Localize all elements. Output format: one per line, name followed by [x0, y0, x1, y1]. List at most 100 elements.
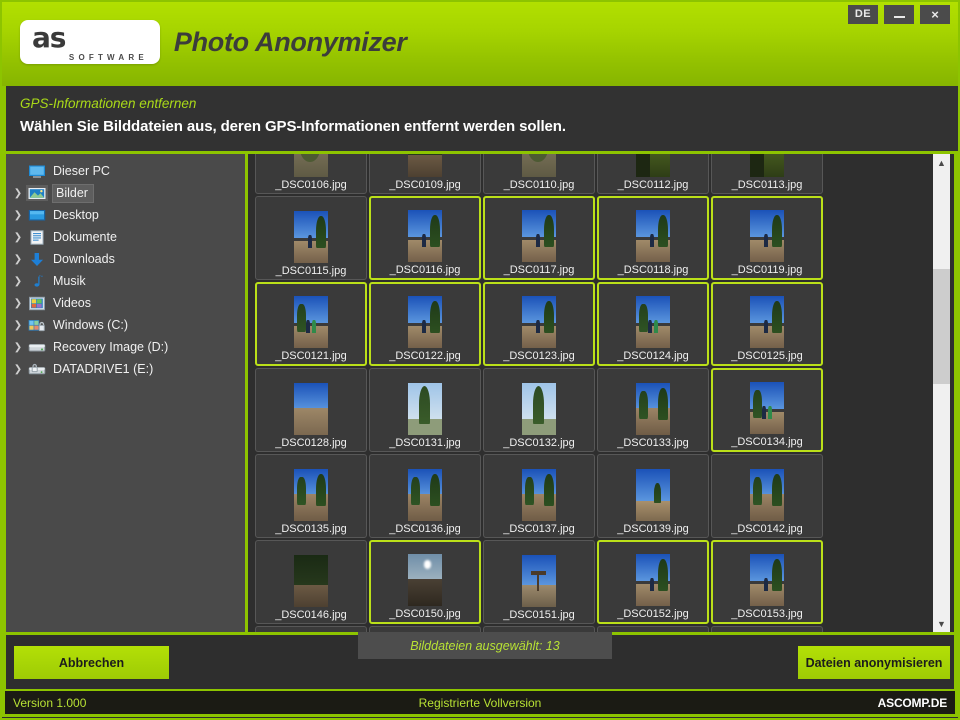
- close-icon: ×: [931, 7, 939, 22]
- scrollbar-thumb[interactable]: [933, 268, 950, 385]
- thumbnail-image: [408, 469, 442, 521]
- thumbnail-filename: _DSC0146.jpg: [275, 609, 347, 621]
- drive-icon: [26, 339, 48, 355]
- chevron-right-icon[interactable]: ❯: [10, 276, 26, 287]
- scroll-down-button[interactable]: ▼: [933, 615, 950, 632]
- window-controls: DE ×: [848, 5, 950, 24]
- sidebar-item-videos[interactable]: ❯ Videos: [6, 292, 245, 314]
- sidebar-item-dokumente[interactable]: ❯ Dokumente: [6, 226, 245, 248]
- sidebar-item-recovery-image-d[interactable]: ❯ Recovery Image (D:): [6, 336, 245, 358]
- thumbnail-cell[interactable]: _DSC0153.jpg: [711, 540, 823, 624]
- thumbnail-cell[interactable]: _DSC0134.jpg: [711, 368, 823, 452]
- step-instruction: Wählen Sie Bilddateien aus, deren GPS-In…: [20, 117, 566, 135]
- thumbnail-image: [522, 296, 556, 348]
- sidebar-item-desktop[interactable]: ❯ Desktop: [6, 204, 245, 226]
- thumbnail-filename: _DSC0128.jpg: [275, 437, 347, 449]
- chevron-right-icon[interactable]: ❯: [10, 364, 26, 375]
- thumbnail-image: [294, 469, 328, 521]
- thumbnail-grid[interactable]: _DSC0106.jpg _DSC0109.jpg _DSC0110.jpg _DSC…: [254, 154, 934, 632]
- sidebar-item-downloads[interactable]: ❯ Downloads: [6, 248, 245, 270]
- thumbnail-cell[interactable]: _DSC0106.jpg: [255, 154, 367, 194]
- thumbnail-cell[interactable]: _DSC0151.jpg: [483, 540, 595, 624]
- thumbnail-image: [522, 469, 556, 521]
- thumbnail-cell[interactable]: _DSC0137.jpg: [483, 454, 595, 538]
- thumbnail-image: [636, 296, 670, 348]
- thumbnail-filename: _DSC0125.jpg: [731, 350, 803, 362]
- app-window: asCCMP SOFTWARE Photo Anonymizer DE × GP…: [0, 0, 960, 720]
- thumbnail-cell[interactable]: _DSC0115.jpg: [255, 196, 367, 280]
- thumbnail-filename: _DSC0131.jpg: [389, 437, 461, 449]
- thumbnail-cell[interactable]: _DSC0118.jpg: [597, 196, 709, 280]
- thumbnail-cell[interactable]: _DSC0116.jpg: [369, 196, 481, 280]
- language-button[interactable]: DE: [848, 5, 878, 24]
- step-label: GPS-Informationen entfernen: [20, 96, 197, 111]
- document-icon: [26, 229, 48, 245]
- thumbnail-cell[interactable]: _DSC0123.jpg: [483, 282, 595, 366]
- scroll-up-button[interactable]: ▲: [933, 154, 950, 171]
- title-bar: asCCMP SOFTWARE Photo Anonymizer DE ×: [2, 2, 958, 86]
- chevron-right-icon[interactable]: ❯: [10, 320, 26, 331]
- sidebar-item-musik[interactable]: ❯ Musik: [6, 270, 245, 292]
- thumbnail-image: [636, 469, 670, 521]
- thumbnail-cell[interactable]: _DSC0152.jpg: [597, 540, 709, 624]
- thumbnail-cell[interactable]: _DSC0121.jpg: [255, 282, 367, 366]
- thumbnail-filename: _DSC0124.jpg: [617, 350, 689, 362]
- thumbnail-filename: _DSC0113.jpg: [731, 179, 803, 191]
- chevron-right-icon[interactable]: ❯: [10, 254, 26, 265]
- chevron-right-icon[interactable]: ❯: [10, 232, 26, 243]
- chevron-right-icon[interactable]: ❯: [10, 298, 26, 309]
- grid-scrollbar[interactable]: ▲ ▼: [933, 154, 950, 632]
- thumbnail-filename: _DSC0136.jpg: [389, 523, 461, 535]
- minimize-button[interactable]: [884, 5, 914, 24]
- chevron-right-icon[interactable]: ❯: [10, 210, 26, 221]
- sidebar-item-label: Videos: [53, 296, 91, 310]
- sidebar-item-label: Dieser PC: [53, 164, 110, 178]
- thumbnail-image: [294, 154, 328, 177]
- thumbnail-cell[interactable]: _DSC0150.jpg: [369, 540, 481, 624]
- thumbnail-cell[interactable]: _DSC0136.jpg: [369, 454, 481, 538]
- chevron-right-icon[interactable]: ❯: [10, 342, 26, 353]
- thumbnail-cell[interactable]: _DSC0113.jpg: [711, 154, 823, 194]
- thumbnail-cell[interactable]: _DSC0139.jpg: [597, 454, 709, 538]
- thumbnail-cell[interactable]: _DSC0122.jpg: [369, 282, 481, 366]
- download-arrow-icon: [26, 251, 48, 267]
- thumbnail-cell[interactable]: _DSC0109.jpg: [369, 154, 481, 194]
- chevron-right-icon[interactable]: ❯: [10, 188, 26, 199]
- thumbnail-filename: _DSC0150.jpg: [389, 608, 461, 620]
- thumbnail-cell[interactable]: _DSC0131.jpg: [369, 368, 481, 452]
- thumbnail-cell[interactable]: _DSC0132.jpg: [483, 368, 595, 452]
- thumbnail-image: [294, 296, 328, 348]
- logo-wordmark: asCCMP: [32, 21, 151, 54]
- sidebar-item-bilder[interactable]: ❯ Bilder: [6, 182, 245, 204]
- logo-wordmark-light: CCMP: [65, 21, 151, 54]
- thumbnail-cell[interactable]: _DSC0124.jpg: [597, 282, 709, 366]
- thumbnail-filename: _DSC0132.jpg: [503, 437, 575, 449]
- thumbnail-filename: _DSC0134.jpg: [731, 436, 803, 448]
- thumbnail-filename: _DSC0153.jpg: [731, 608, 803, 620]
- thumbnail-cell[interactable]: _DSC0142.jpg: [711, 454, 823, 538]
- thumbnail-cell[interactable]: _DSC0110.jpg: [483, 154, 595, 194]
- logo-wordmark-dark: as: [32, 21, 66, 54]
- thumbnail-cell[interactable]: _DSC0128.jpg: [255, 368, 367, 452]
- thumbnail-cell[interactable]: _DSC0125.jpg: [711, 282, 823, 366]
- scrollbar-track[interactable]: [933, 171, 950, 615]
- sidebar-item-dieser-pc[interactable]: ❯Dieser PC: [6, 160, 245, 182]
- drive-lock-icon: [26, 361, 48, 377]
- folder-tree[interactable]: ❯Dieser PC❯Bilder❯Desktop❯Dokumente❯Down…: [2, 154, 248, 632]
- thumbnail-image: [636, 210, 670, 262]
- thumbnail-image: [750, 210, 784, 262]
- thumbnail-cell[interactable]: _DSC0146.jpg: [255, 540, 367, 624]
- sidebar-item-windows-c[interactable]: ❯ Windows (C:): [6, 314, 245, 336]
- anonymize-files-button[interactable]: Dateien anonymisieren: [798, 646, 950, 679]
- sidebar-item-label: Downloads: [53, 252, 115, 266]
- thumbnail-cell[interactable]: _DSC0117.jpg: [483, 196, 595, 280]
- cancel-button[interactable]: Abbrechen: [14, 646, 169, 679]
- thumbnail-cell[interactable]: _DSC0112.jpg: [597, 154, 709, 194]
- website-label[interactable]: ASCOMP.DE: [878, 696, 948, 710]
- thumbnail-cell[interactable]: _DSC0119.jpg: [711, 196, 823, 280]
- thumbnail-cell[interactable]: _DSC0135.jpg: [255, 454, 367, 538]
- thumbnail-cell[interactable]: _DSC0133.jpg: [597, 368, 709, 452]
- sidebar-item-datadrive1-e[interactable]: ❯ DATADRIVE1 (E:): [6, 358, 245, 380]
- thumbnail-image: [522, 210, 556, 262]
- close-button[interactable]: ×: [920, 5, 950, 24]
